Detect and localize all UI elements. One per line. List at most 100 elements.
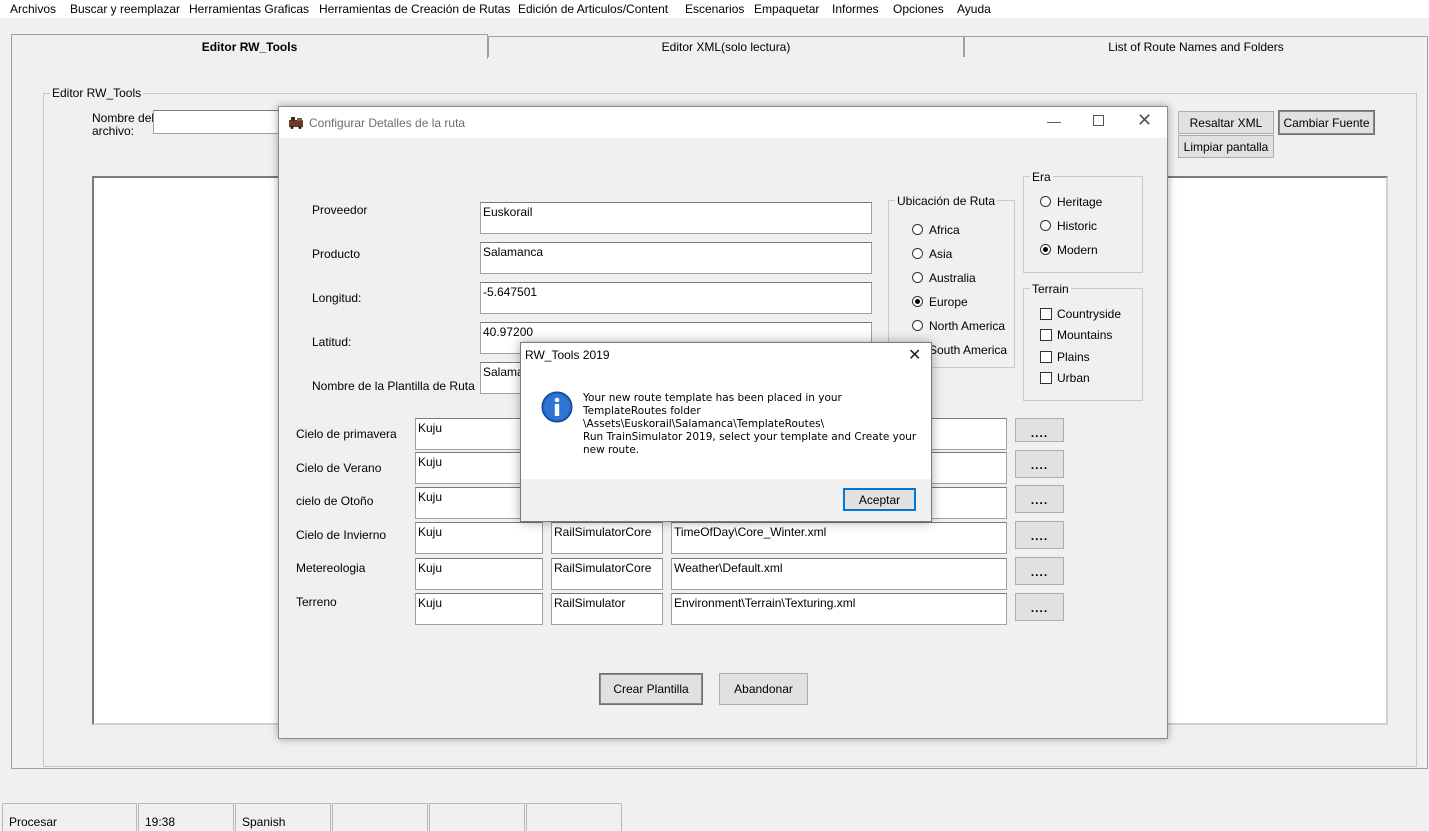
- menu-opciones[interactable]: Opciones: [893, 2, 944, 16]
- status-cell-6: [526, 803, 622, 831]
- row-product-input[interactable]: RailSimulatorCore: [551, 522, 663, 554]
- longitud-input[interactable]: -5.647501: [480, 282, 872, 314]
- msgbox-text: Your new route template has been placed …: [583, 392, 916, 457]
- radio-south-america-label: South America: [929, 343, 1008, 357]
- maximize-icon[interactable]: [1093, 115, 1104, 126]
- info-message-box: RW_Tools 2019 ✕ Your new route template …: [520, 342, 932, 522]
- tab-routes[interactable]: List of Route Names and Folders: [964, 36, 1428, 57]
- producto-input[interactable]: Salamanca: [480, 242, 872, 274]
- row-provider-input[interactable]: Kuju: [415, 558, 543, 590]
- editor-group-title: Editor RW_Tools: [50, 86, 144, 100]
- row-path-input[interactable]: TimeOfDay\Core_Winter.xml: [671, 522, 1007, 554]
- row-path-input[interactable]: Environment\Terrain\Texturing.xml: [671, 593, 1007, 625]
- browse-button[interactable]: ....: [1015, 593, 1064, 621]
- msgbox-line: \Assets\Euskorail\Salamanca\TemplateRout…: [583, 418, 825, 430]
- radio-australia-label: Australia: [929, 271, 976, 285]
- row-label: cielo de Otoño: [296, 494, 374, 508]
- check-mountains-label: Mountains: [1057, 328, 1113, 342]
- tab-xml[interactable]: Editor XML(solo lectura): [488, 36, 964, 57]
- menu-herramientas-rutas[interactable]: Herramientas de Creación de Rutas: [319, 2, 510, 16]
- resaltar-xml-button[interactable]: Resaltar XML: [1178, 111, 1274, 134]
- radio-modern[interactable]: [1040, 244, 1051, 255]
- menu-informes[interactable]: Informes: [832, 2, 879, 16]
- msgbox-line: Your new route template has been placed …: [583, 392, 842, 404]
- msgbox-line: new route.: [583, 444, 640, 456]
- status-state: Procesar: [2, 803, 137, 831]
- browse-button[interactable]: ....: [1015, 450, 1064, 478]
- filename-input[interactable]: [153, 110, 283, 134]
- radio-modern-label: Modern: [1057, 243, 1098, 257]
- plantilla-label: Nombre de la Plantilla de Ruta: [312, 379, 475, 393]
- crear-plantilla-button[interactable]: Crear Plantilla: [599, 673, 703, 705]
- filename-label: Nombre del: [92, 111, 155, 125]
- menu-buscar[interactable]: Buscar y reemplazar: [70, 2, 180, 16]
- proveedor-input[interactable]: Euskorail: [480, 202, 872, 234]
- radio-north-america[interactable]: [912, 320, 923, 331]
- radio-europe[interactable]: [912, 296, 923, 307]
- browse-button[interactable]: ....: [1015, 485, 1064, 513]
- check-countryside-label: Countryside: [1057, 307, 1122, 321]
- dialog-titlebar: Configurar Detalles de la ruta — ✕: [279, 107, 1167, 138]
- limpiar-pantalla-button[interactable]: Limpiar pantalla: [1178, 135, 1274, 158]
- browse-button[interactable]: ....: [1015, 521, 1064, 549]
- radio-africa-label: Africa: [929, 223, 960, 237]
- msgbox-line: Run TrainSimulator 2019, select your tem…: [583, 431, 917, 443]
- row-label: Terreno: [296, 595, 337, 609]
- browse-button[interactable]: ....: [1015, 418, 1064, 442]
- menu-escenarios[interactable]: Escenarios: [685, 2, 744, 16]
- aceptar-button[interactable]: Aceptar: [843, 488, 916, 511]
- minimize-icon[interactable]: —: [1047, 113, 1061, 129]
- tab-editor[interactable]: Editor RW_Tools: [11, 34, 488, 59]
- close-icon[interactable]: ✕: [1137, 110, 1152, 131]
- status-time: 19:38: [138, 803, 234, 831]
- row-provider-input[interactable]: Kuju: [415, 593, 543, 625]
- status-language: Spanish: [235, 803, 331, 831]
- row-label: Cielo de Invierno: [296, 528, 387, 542]
- row-label: Metereologia: [296, 561, 366, 575]
- radio-heritage[interactable]: [1040, 196, 1051, 207]
- menu-empaquetar[interactable]: Empaquetar: [754, 2, 819, 16]
- dialog-title: Configurar Detalles de la ruta: [309, 116, 466, 130]
- radio-africa[interactable]: [912, 224, 923, 235]
- abandonar-button[interactable]: Abandonar: [719, 673, 808, 705]
- radio-asia[interactable]: [912, 248, 923, 259]
- terrain-title: Terrain: [1030, 282, 1071, 296]
- latitud-label: Latitud:: [312, 335, 352, 349]
- msgbox-line: TemplateRoutes folder: [583, 405, 701, 417]
- filename-label-2: archivo:: [92, 124, 135, 138]
- row-provider-input[interactable]: Kuju: [415, 522, 543, 554]
- menu-ayuda[interactable]: Ayuda: [957, 2, 991, 16]
- browse-button[interactable]: ....: [1015, 557, 1064, 585]
- radio-europe-label: Europe: [929, 295, 968, 309]
- check-countryside[interactable]: [1040, 308, 1052, 320]
- check-urban-label: Urban: [1057, 371, 1090, 385]
- msgbox-title: RW_Tools 2019: [525, 348, 610, 362]
- row-label: Cielo de Verano: [296, 461, 382, 475]
- producto-label: Producto: [312, 247, 361, 261]
- status-cell-4: [332, 803, 428, 831]
- menu-herramientas-graficas[interactable]: Herramientas Graficas: [189, 2, 309, 16]
- status-cell-5: [429, 803, 525, 831]
- radio-north-america-label: North America: [929, 319, 1006, 333]
- info-icon: [541, 391, 573, 426]
- menu-archivos[interactable]: Archivos: [10, 2, 56, 16]
- row-product-input[interactable]: RailSimulator: [551, 593, 663, 625]
- menu-edicion-articulos[interactable]: Edición de Articulos/Content: [518, 2, 668, 16]
- check-plains[interactable]: [1040, 351, 1052, 363]
- check-urban[interactable]: [1040, 372, 1052, 384]
- radio-heritage-label: Heritage: [1057, 195, 1103, 209]
- row-path-input[interactable]: Weather\Default.xml: [671, 558, 1007, 590]
- menu-bar: Archivos Buscar y reemplazar Herramienta…: [0, 0, 1429, 18]
- cambiar-fuente-button[interactable]: Cambiar Fuente: [1278, 110, 1375, 135]
- radio-historic[interactable]: [1040, 220, 1051, 231]
- era-title: Era: [1030, 170, 1053, 184]
- radio-asia-label: Asia: [929, 247, 953, 261]
- row-product-input[interactable]: RailSimulatorCore: [551, 558, 663, 590]
- proveedor-label: Proveedor: [312, 203, 368, 217]
- close-icon[interactable]: ✕: [908, 345, 921, 365]
- radio-australia[interactable]: [912, 272, 923, 283]
- check-plains-label: Plains: [1057, 350, 1090, 364]
- radio-historic-label: Historic: [1057, 219, 1098, 233]
- check-mountains[interactable]: [1040, 329, 1052, 341]
- ubicacion-title: Ubicación de Ruta: [895, 194, 998, 208]
